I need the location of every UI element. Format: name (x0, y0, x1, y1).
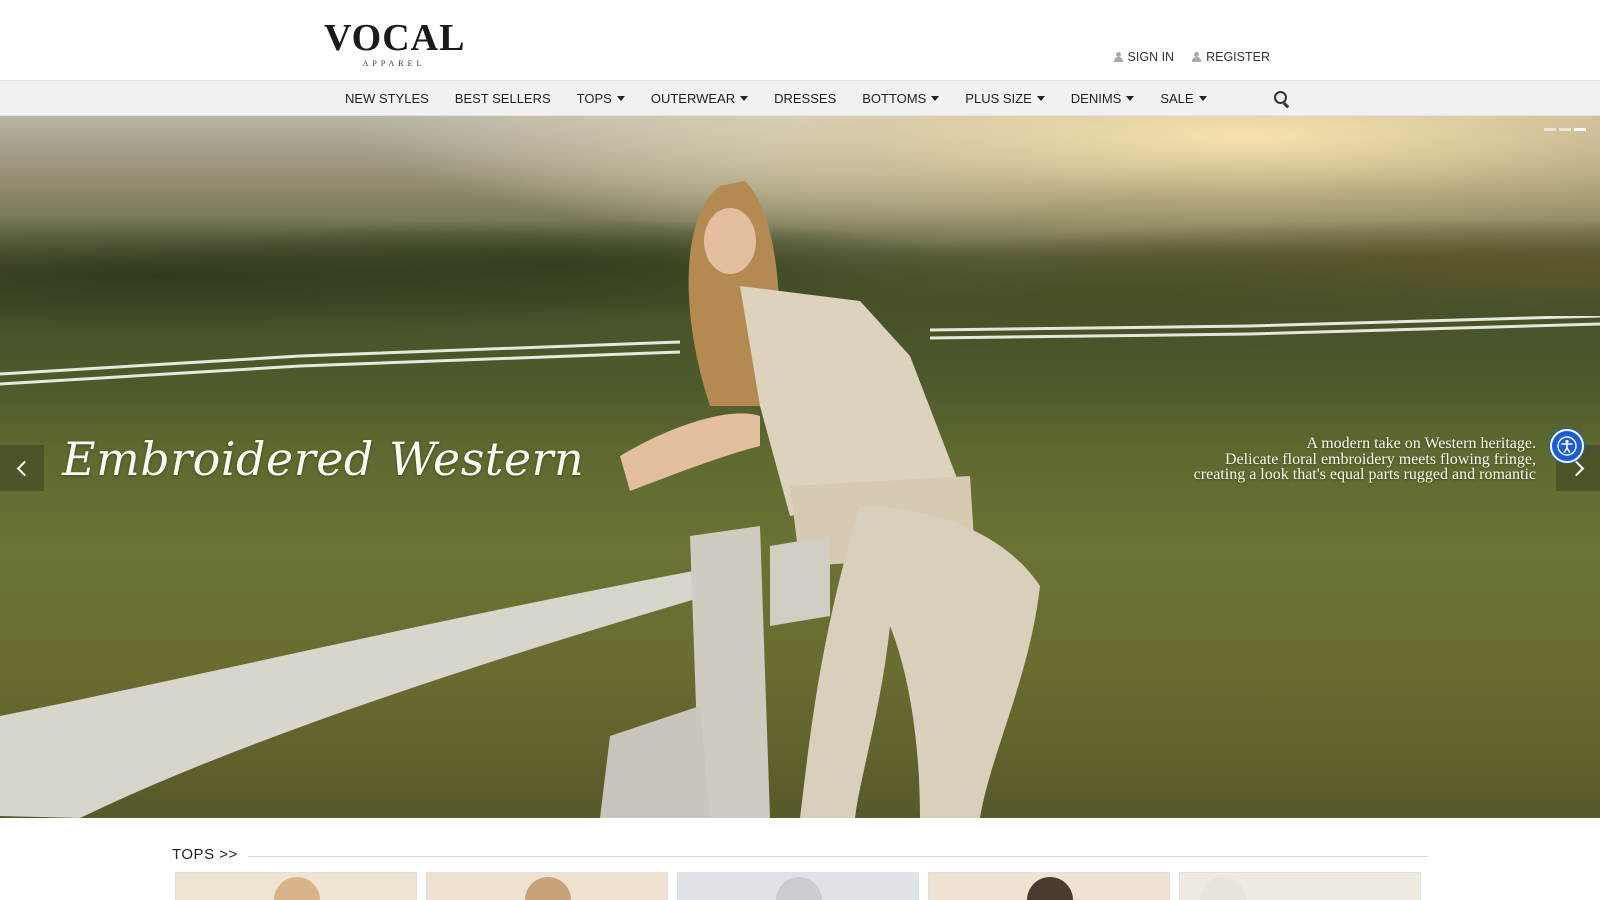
caret-down-icon (1036, 95, 1045, 101)
nav-item-best-sellers[interactable]: BEST SELLERS (455, 91, 551, 106)
product-card[interactable] (426, 872, 668, 900)
caret-down-icon (740, 95, 749, 101)
nav-item-tops[interactable]: TOPS (577, 91, 625, 106)
brand-tagline: APPAREL (362, 59, 426, 68)
tops-section-title[interactable]: TOPS >> (172, 846, 238, 863)
nav-item-label: DENIMS (1070, 90, 1122, 106)
register-label: REGISTER (1206, 50, 1270, 64)
hero-banner[interactable]: Embroidered Western A modern take on Wes… (0, 116, 1600, 818)
hero-description-line: creating a look that's equal parts rugge… (1193, 466, 1536, 483)
hero-description-line: A modern take on Western heritage. (1306, 435, 1536, 452)
caret-down-icon (1126, 95, 1135, 101)
brand-logo[interactable]: VOCAL APPAREL (324, 18, 464, 68)
nav-item-label: DRESSES (774, 90, 837, 106)
nav-item-label: SALE (1160, 90, 1194, 106)
tops-product-row (175, 872, 1421, 900)
nav-items: NEW STYLES BEST SELLERS TOPS OUTERWEAR DRESS… (345, 81, 1233, 115)
nav-item-label: PLUS SIZE (965, 90, 1032, 106)
nav-item-label: OUTERWEAR (650, 90, 736, 106)
product-image (525, 877, 571, 900)
section-divider (248, 856, 1428, 857)
tops-section-header: TOPS >> (172, 846, 1428, 866)
hero-description-line: Delicate floral embroidery meets flowing… (1225, 450, 1536, 468)
register-link[interactable]: REGISTER (1192, 50, 1270, 64)
carousel-dot[interactable] (1559, 128, 1571, 131)
nav-item-new-styles[interactable]: NEW STYLES (345, 91, 429, 106)
nav-item-label: BOTTOMS (862, 90, 927, 106)
nav-item-denims[interactable]: DENIMS (1071, 91, 1135, 106)
product-card[interactable] (928, 872, 1170, 900)
site-header: VOCAL APPAREL SIGN IN REGISTER (0, 0, 1600, 80)
chevron-left-icon (16, 460, 32, 476)
hero-title: Embroidered Western (62, 432, 585, 486)
product-image (1200, 877, 1246, 900)
carousel-dot[interactable] (1574, 128, 1586, 131)
nav-item-dresses[interactable]: DRESSES (774, 91, 836, 106)
nav-item-plus-size[interactable]: PLUS SIZE (965, 90, 1045, 106)
caret-down-icon (931, 95, 940, 101)
nav-item-outerwear[interactable]: OUTERWEAR (650, 90, 749, 106)
sign-in-label: SIGN IN (1127, 50, 1175, 64)
nav-item-label: BEST SELLERS (454, 90, 551, 106)
product-image (1027, 877, 1073, 900)
user-icon (1113, 52, 1123, 62)
user-icon (1192, 52, 1202, 62)
product-card[interactable] (677, 872, 919, 900)
product-card[interactable] (175, 872, 417, 900)
caret-down-icon (1198, 95, 1207, 101)
caret-down-icon (616, 95, 625, 101)
carousel-prev-button[interactable] (0, 445, 44, 491)
nav-item-label: NEW STYLES (345, 90, 429, 106)
accessibility-button[interactable] (1550, 429, 1584, 463)
nav-item-sale[interactable]: SALE (1160, 90, 1207, 106)
account-links: SIGN IN REGISTER (1113, 50, 1270, 64)
accessibility-icon (1557, 436, 1577, 456)
product-image (274, 877, 320, 900)
product-card[interactable] (1179, 872, 1421, 900)
nav-item-bottoms[interactable]: BOTTOMS (862, 90, 940, 106)
carousel-indicators (1544, 128, 1586, 131)
sign-in-link[interactable]: SIGN IN (1113, 50, 1175, 64)
main-nav: NEW STYLES BEST SELLERS TOPS OUTERWEAR DRESS… (0, 80, 1600, 116)
hero-description: A modern take on Western heritage. Delic… (1016, 436, 1536, 483)
product-image (776, 877, 822, 900)
search-icon[interactable] (1274, 91, 1290, 107)
carousel-dot[interactable] (1544, 128, 1556, 131)
brand-name: VOCAL (324, 17, 466, 59)
nav-item-label: TOPS (576, 90, 612, 106)
